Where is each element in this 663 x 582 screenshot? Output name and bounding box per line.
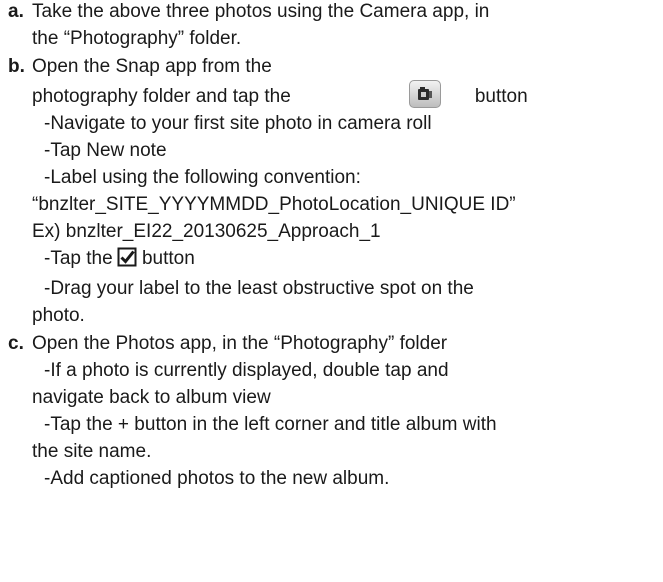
step-a-line-2: the “Photography” folder.	[32, 28, 242, 49]
step-c-sub-4: the site name.	[32, 441, 152, 462]
step-b-sub-7: -Drag your label to the least obstructiv…	[44, 278, 474, 299]
step-b-line-2-after: button	[474, 86, 528, 107]
step-c-letter: c.	[8, 333, 24, 354]
checkbox-checked-icon	[117, 247, 137, 275]
step-b: b. Open the Snap app from the photograph…	[0, 53, 663, 329]
step-a-letter: a.	[8, 1, 24, 22]
step-c-sub-3: -Tap the + button in the left corner and…	[44, 414, 497, 435]
step-b-line-1: Open the Snap app from the	[32, 56, 272, 77]
step-c-substeps-3: -Add captioned photos to the new album.	[32, 465, 663, 492]
step-b-line-2: photography folder and tap the button	[32, 80, 663, 110]
step-b-sub-2: -Tap New note	[44, 140, 167, 161]
step-c-substeps-2: -Tap the + button in the left corner and…	[32, 411, 663, 438]
step-b-sub-6-after: button	[141, 248, 195, 269]
step-a-line-1: Take the above three photos using the Ca…	[32, 1, 490, 22]
step-b-sub-3: -Label using the following convention:	[44, 167, 361, 188]
step-c-substeps: -If a photo is currently displayed, doub…	[32, 357, 663, 384]
step-a: a. Take the above three photos using the…	[0, 0, 663, 52]
step-c-line-1: Open the Photos app, in the “Photography…	[32, 333, 448, 354]
step-b-sub-4: “bnzlter_SITE_YYYYMMDD_PhotoLocation_UNI…	[32, 194, 516, 215]
step-b-substeps-2: -Tap the button -Drag your label to the …	[32, 245, 663, 302]
step-b-sub-5: Ex) bnzlter_EI22_20130625_Approach_1	[32, 221, 381, 242]
step-c-sub-2: navigate back to album view	[32, 387, 271, 408]
step-c: c. Open the Photos app, in the “Photogra…	[0, 330, 663, 492]
instructions-document: a. Take the above three photos using the…	[0, 0, 663, 492]
step-c-sub-5: -Add captioned photos to the new album.	[44, 468, 390, 489]
step-b-letter: b.	[8, 56, 25, 77]
step-b-line-2-before: photography folder and tap the	[32, 86, 291, 107]
step-b-sub-6: -Tap the button	[44, 245, 663, 275]
step-b-sub-6-before: -Tap the	[44, 248, 113, 269]
step-b-substeps: -Navigate to your first site photo in ca…	[32, 110, 663, 191]
step-b-sub-8: photo.	[32, 305, 85, 326]
step-c-sub-1: -If a photo is currently displayed, doub…	[44, 360, 449, 381]
step-b-sub-1: -Navigate to your first site photo in ca…	[44, 113, 432, 134]
camera-button-icon	[408, 80, 441, 108]
